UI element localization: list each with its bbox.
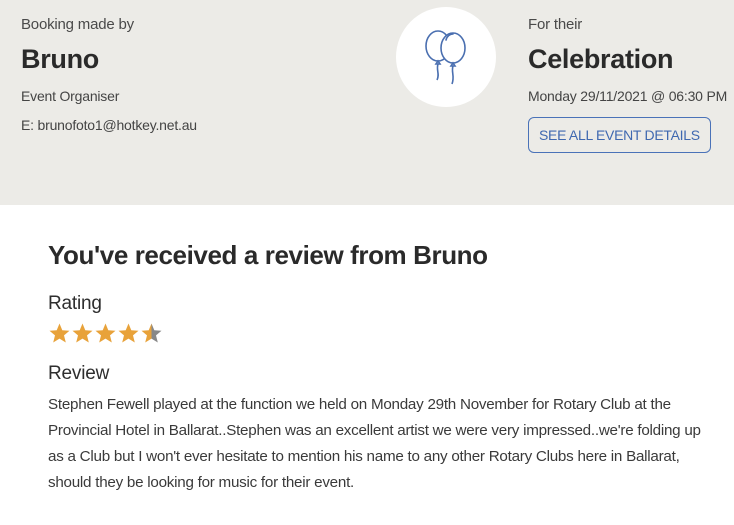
event-icon-badge — [396, 7, 496, 107]
for-their-label: For their — [528, 16, 583, 33]
star-filled-icon — [118, 323, 139, 343]
star-filled-icon — [49, 323, 70, 343]
review-label: Review — [48, 363, 110, 384]
star-filled-icon — [95, 323, 116, 343]
star-rating — [48, 321, 718, 345]
star-half-icon — [141, 323, 162, 343]
see-event-details-button[interactable]: SEE ALL EVENT DETAILS — [528, 117, 711, 153]
booking-header: Booking made by Bruno Event Organiser E:… — [0, 0, 734, 205]
event-datetime: Monday 29/11/2021 @ 06:30 PM — [528, 88, 728, 104]
organiser-email: E: brunofoto1@hotkey.net.au — [21, 117, 197, 133]
review-text: Stephen Fewell played at the function we… — [48, 396, 701, 491]
event-type: Celebration — [528, 44, 674, 74]
organiser-role: Event Organiser — [21, 88, 120, 104]
balloons-icon — [425, 30, 466, 85]
rating-label: Rating — [48, 293, 102, 314]
event-info: For their Celebration Monday 29/11/2021 … — [528, 16, 728, 153]
organiser-name: Bruno — [21, 44, 99, 74]
review-section: You've received a review from Bruno Rati… — [48, 240, 718, 496]
booked-by-label: Booking made by — [21, 16, 134, 33]
star-filled-icon — [72, 323, 93, 343]
booking-info: Booking made by Bruno Event Organiser E:… — [21, 16, 351, 133]
review-title: You've received a review from Bruno — [48, 240, 488, 270]
